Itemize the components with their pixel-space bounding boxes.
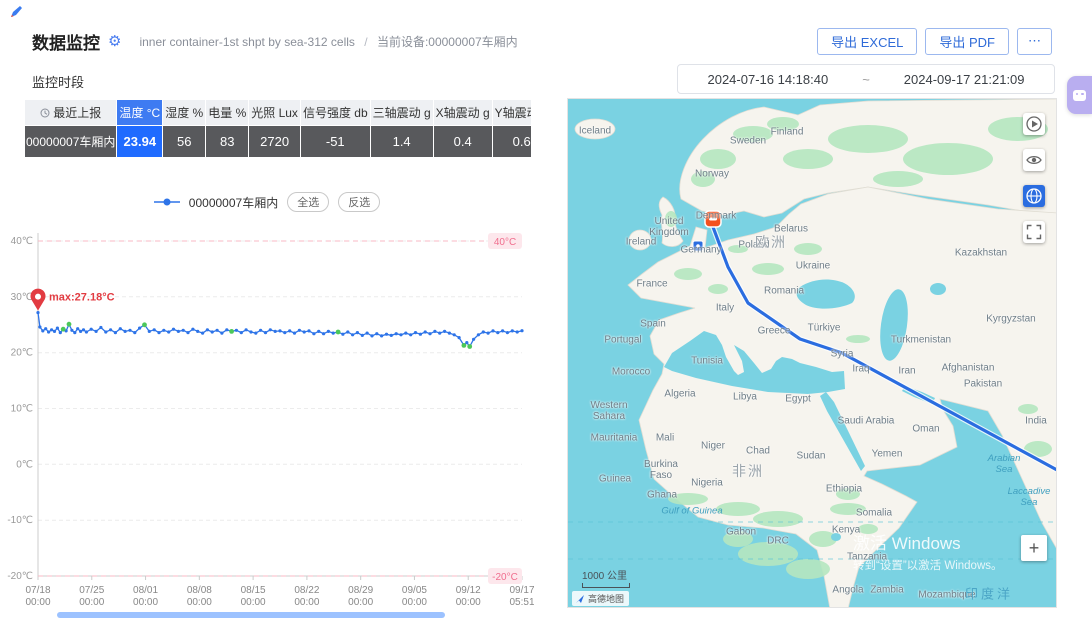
col-header-0[interactable]: 最近上报	[25, 100, 116, 125]
svg-text:00:00: 00:00	[25, 597, 50, 608]
map-zoom-in-button[interactable]: +	[1021, 535, 1047, 561]
svg-text:09/12: 09/12	[456, 585, 481, 596]
col-header-1[interactable]: 温度 °C	[117, 100, 162, 125]
play-icon	[1025, 115, 1043, 133]
svg-text:20℃: 20℃	[11, 348, 33, 359]
col-header-8[interactable]: Y轴震动 g	[493, 100, 531, 125]
svg-text:30℃: 30℃	[11, 292, 33, 303]
breadcrumb: inner container-1st shpt by sea-312 cell…	[139, 33, 517, 50]
invert-select-button[interactable]: 反选	[338, 192, 380, 212]
legend-series-label[interactable]: 00000007车厢内	[189, 194, 278, 211]
col-header-7[interactable]: X轴震动 g	[434, 100, 492, 125]
col-header-2[interactable]: 湿度 %	[163, 100, 205, 125]
date-tilde: ~	[862, 72, 870, 87]
more-actions-button[interactable]: ⋯	[1017, 28, 1052, 55]
export-pdf-button[interactable]: 导出 PDF	[925, 28, 1009, 55]
map-fullscreen-button[interactable]	[1023, 221, 1045, 243]
svg-text:40℃: 40℃	[11, 236, 33, 247]
svg-text:00:00: 00:00	[241, 597, 266, 608]
svg-text:40°C: 40°C	[494, 237, 516, 248]
lake-victoria	[831, 533, 841, 541]
map-playback-button[interactable]	[1023, 113, 1045, 135]
svg-text:10℃: 10℃	[11, 404, 33, 415]
col-header-5[interactable]: 信号强度 db	[301, 100, 370, 125]
svg-text:00:00: 00:00	[133, 597, 158, 608]
sea-aral	[930, 283, 946, 295]
svg-text:07/25: 07/25	[79, 585, 104, 596]
period-label: 监控时段	[32, 72, 84, 91]
route-start-marker[interactable]	[705, 211, 721, 227]
export-excel-button[interactable]: 导出 EXCEL	[817, 28, 917, 55]
land-ireland	[629, 230, 651, 250]
svg-text:00:00: 00:00	[79, 597, 104, 608]
value-cell-4: 2720	[249, 126, 300, 157]
fullscreen-icon	[1025, 223, 1043, 241]
svg-text:-20℃: -20℃	[7, 571, 33, 582]
map-scale: 1000 公里	[582, 567, 630, 588]
legend-series-icon	[154, 197, 180, 207]
svg-text:05:51: 05:51	[509, 597, 534, 608]
device-cell[interactable]: 00000007车厢内	[25, 126, 116, 157]
map-visibility-button[interactable]	[1023, 149, 1045, 171]
map-layer-button[interactable]	[1023, 185, 1045, 207]
svg-text:08/22: 08/22	[294, 585, 319, 596]
value-cell-6: 1.4	[371, 126, 433, 157]
svg-text:08/29: 08/29	[348, 585, 373, 596]
value-cell-7: 0.4	[434, 126, 492, 157]
svg-text:-20°C: -20°C	[492, 572, 518, 583]
svg-text:08/01: 08/01	[133, 585, 158, 596]
top-bar: 数据监控 ⚙ inner container-1st shpt by sea-3…	[32, 26, 1052, 56]
select-all-button[interactable]: 全选	[287, 192, 329, 212]
value-cell-5: -51	[301, 126, 370, 157]
date-end: 2024-09-17 21:21:09	[904, 72, 1025, 87]
date-range-picker[interactable]: 2024-07-16 14:18:40 ~ 2024-09-17 21:21:0…	[677, 64, 1055, 94]
vehicle-marker[interactable]	[693, 241, 703, 251]
globe-icon	[1025, 187, 1043, 205]
svg-text:07/18: 07/18	[25, 585, 50, 596]
latest-report-table: 最近上报温度 °C湿度 %电量 %光照 Lux信号强度 db三轴震动 gX轴震动…	[24, 99, 531, 158]
svg-text:00:00: 00:00	[187, 597, 212, 608]
breadcrumb-trip: inner container-1st shpt by sea-312 cell…	[139, 35, 354, 49]
breadcrumb-device: 当前设备:00000007车厢内	[377, 35, 518, 49]
settings-gear-icon[interactable]: ⚙	[108, 32, 121, 50]
value-cell-2: 56	[163, 126, 205, 157]
col-header-6[interactable]: 三轴震动 g	[371, 100, 433, 125]
svg-text:00:00: 00:00	[456, 597, 481, 608]
svg-text:00:00: 00:00	[294, 597, 319, 608]
temperature-chart-svg: 40℃30℃20℃10℃0℃-10℃-20℃07/1800:0007/2500:…	[0, 226, 534, 618]
value-cell-1: 23.94	[117, 126, 162, 157]
svg-text:09/05: 09/05	[402, 585, 427, 596]
map-attribution: 高德地图	[572, 591, 629, 606]
svg-text:09/17: 09/17	[509, 585, 534, 596]
corner-pen-icon	[8, 4, 24, 20]
value-cell-8: 0.6	[493, 126, 531, 157]
breadcrumb-separator: /	[364, 35, 367, 49]
value-cell-3: 83	[206, 126, 248, 157]
chart-horizontal-scrollbar[interactable]	[57, 612, 445, 618]
map-controls	[1023, 113, 1045, 243]
data-monitor-page: 数据监控 ⚙ inner container-1st shpt by sea-3…	[0, 0, 1092, 619]
eye-icon	[1025, 151, 1043, 169]
svg-text:00:00: 00:00	[348, 597, 373, 608]
svg-text:max:27.18°C: max:27.18°C	[49, 292, 115, 304]
date-start: 2024-07-16 14:18:40	[707, 72, 828, 87]
assistant-widget[interactable]	[1067, 76, 1092, 114]
svg-text:0℃: 0℃	[16, 459, 33, 470]
svg-text:08/08: 08/08	[187, 585, 212, 596]
world-map	[568, 99, 1057, 608]
temperature-chart: 40℃30℃20℃10℃0℃-10℃-20℃07/1800:0007/2500:…	[0, 226, 534, 618]
amap-logo-icon	[575, 594, 585, 604]
svg-text:00:00: 00:00	[402, 597, 427, 608]
chart-legend: 00000007车厢内 全选 反选	[0, 192, 534, 212]
svg-text:-10℃: -10℃	[7, 515, 33, 526]
robot-icon	[1073, 90, 1086, 101]
col-header-4[interactable]: 光照 Lux	[249, 100, 300, 125]
svg-text:08/15: 08/15	[241, 585, 266, 596]
report-time-icon	[40, 108, 50, 118]
land-iceland	[575, 119, 615, 139]
col-header-3[interactable]: 电量 %	[206, 100, 248, 125]
page-title: 数据监控	[32, 29, 100, 54]
route-map[interactable]: IcelandNorwaySwedenFinlandUnited Kingdom…	[567, 98, 1057, 608]
